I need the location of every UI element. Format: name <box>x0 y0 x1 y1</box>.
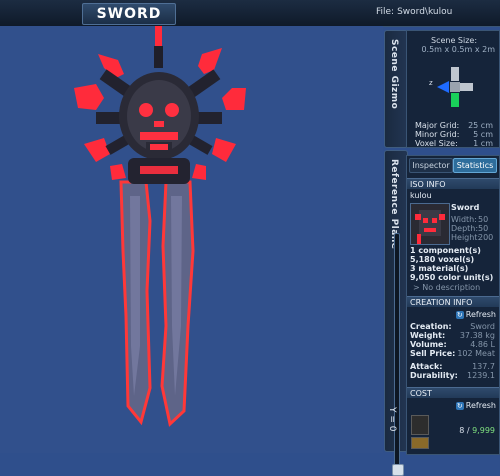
iso-info-header: ISO INFO <box>407 178 499 189</box>
cost-refresh-button[interactable]: ↻ Refresh <box>455 401 496 410</box>
reference-plane-slider-handle[interactable] <box>392 464 404 476</box>
axis-y-label: y <box>452 109 456 111</box>
major-grid-label: Major Grid: <box>415 121 460 130</box>
durability-label: Durability: <box>410 371 458 380</box>
3d-viewport[interactable] <box>0 26 383 453</box>
sword-model <box>74 26 246 427</box>
window-title: SWORD <box>82 3 176 25</box>
durability-value: 1239.1 <box>467 371 495 380</box>
axis-z-label: z <box>429 79 433 87</box>
cost-refresh-label: Refresh <box>465 401 496 410</box>
cost-separator: / <box>464 426 473 435</box>
tab-inspector[interactable]: Inspector <box>409 158 453 173</box>
tab-statistics[interactable]: Statistics <box>453 158 497 173</box>
axis-gizmo-icon[interactable]: z y <box>427 63 483 111</box>
iso-height-label: Height: <box>451 233 481 242</box>
iso-materials: 3 material(s) <box>410 264 469 273</box>
iso-description: > No description <box>413 283 481 292</box>
reference-plane-tab[interactable]: Reference Plane Y = 0 <box>384 150 408 476</box>
reference-plane-slider[interactable] <box>392 233 404 476</box>
statistics-panel: Inspector Statistics ISO INFO kulou Swor… <box>406 155 500 455</box>
voxel-size-label: Voxel Size: <box>415 139 458 148</box>
scene-gizmo-tab[interactable]: Scene Gizmo <box>384 30 408 148</box>
voxel-size-value: 1 cm <box>473 139 493 148</box>
reference-plane-value: Y = 0 <box>387 407 397 432</box>
material-ingot-icon <box>411 437 429 449</box>
iso-components: 1 component(s) <box>410 246 481 255</box>
file-label: File: <box>376 7 395 17</box>
cost-header: COST <box>407 387 499 398</box>
title-bar: SWORD File: Sword\kulou <box>0 0 500 27</box>
sell-price-value: 102 Meat <box>457 349 495 358</box>
volume-label: Volume: <box>410 340 447 349</box>
file-path: Sword\kulou <box>397 7 453 17</box>
sell-price-label: Sell Price: <box>410 349 456 358</box>
scene-size-value: 0.5m x 0.5m x 2m <box>421 45 495 54</box>
iso-depth-label: Depth: <box>451 224 479 233</box>
creation-value: Sword <box>470 322 495 331</box>
attack-label: Attack: <box>410 362 443 371</box>
volume-value: 4.86 L <box>470 340 495 349</box>
refresh-icon: ↻ <box>455 401 464 410</box>
file-info: File: Sword\kulou <box>376 7 455 17</box>
minor-grid-value: 5 cm <box>473 130 493 139</box>
scene-size-label: Scene Size: <box>431 36 478 45</box>
creation-refresh-button[interactable]: ↻ Refresh <box>455 310 496 319</box>
cost-amount: 8 / 9,999 <box>459 426 495 435</box>
iso-owner: kulou <box>410 191 432 200</box>
minor-grid-label: Minor Grid: <box>415 130 460 139</box>
iso-width-label: Width: <box>451 215 477 224</box>
material-block-icon <box>411 415 429 435</box>
sword-blades <box>119 180 195 427</box>
iso-depth-value: 50 <box>478 224 489 233</box>
scene-gizmo-tab-label: Scene Gizmo <box>389 39 399 110</box>
scene-gizmo-panel: Scene Size: 0.5m x 0.5m x 2m z y Major G… <box>406 30 500 148</box>
iso-thumbnail <box>410 203 450 245</box>
iso-name: Sword <box>451 203 480 212</box>
creation-info-header: CREATION INFO <box>407 296 499 307</box>
iso-width-value: 50 <box>478 215 489 224</box>
iso-height-value: 200 <box>478 233 494 242</box>
skull-guard <box>119 72 199 184</box>
iso-color-units: 9,050 color unit(s) <box>410 273 494 282</box>
creation-label: Creation: <box>410 322 452 331</box>
major-grid-value: 25 cm <box>468 121 493 130</box>
refresh-icon: ↻ <box>455 310 464 319</box>
weight-value: 37.38 kg <box>459 331 495 340</box>
attack-value: 137.7 <box>472 362 495 371</box>
cost-need: 9,999 <box>472 426 495 435</box>
creation-refresh-label: Refresh <box>465 310 496 319</box>
weight-label: Weight: <box>410 331 446 340</box>
iso-voxels: 5,180 voxel(s) <box>410 255 475 264</box>
